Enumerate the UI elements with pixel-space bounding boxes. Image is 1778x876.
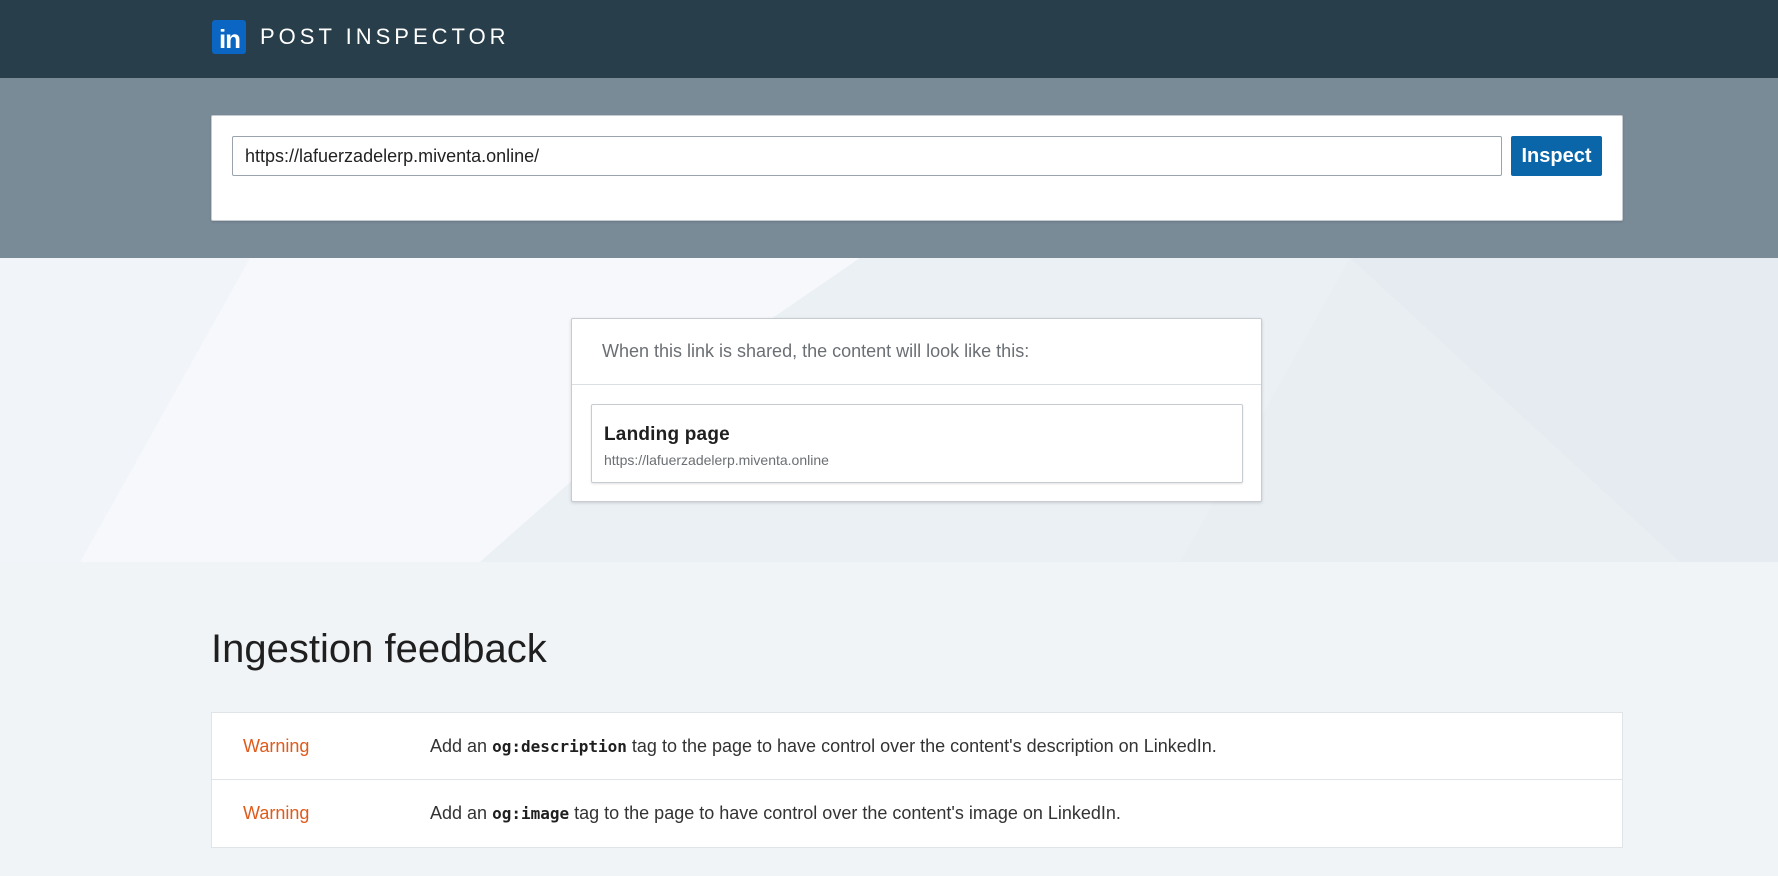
app-title: POST INSPECTOR <box>260 24 510 49</box>
warning-label: Warning <box>243 803 310 823</box>
feedback-message: Add an og:description tag to the page to… <box>430 736 1217 757</box>
feedback-row: Warning Add an og:description tag to the… <box>212 713 1622 780</box>
link-title: Landing page <box>604 424 730 445</box>
logo-text: in <box>218 24 241 54</box>
url-input[interactable] <box>232 136 1502 176</box>
feedback-table: Warning Add an og:description tag to the… <box>211 712 1623 848</box>
link-preview[interactable]: Landing page https://lafuerzadelerp.mive… <box>591 404 1243 483</box>
warning-label: Warning <box>243 735 310 756</box>
message-text: tag to the page to have control over the… <box>626 735 1217 756</box>
preview-intro: When this link is shared, the content wi… <box>572 319 1261 385</box>
message-text: tag to the page to have control over the… <box>569 803 1121 823</box>
linkedin-logo-icon: in <box>212 20 246 54</box>
feedback-message: Add an og:image tag to the page to have … <box>430 803 1121 824</box>
link-url: https://lafuerzadelerp.miventa.online <box>604 452 829 468</box>
search-card: Inspect <box>211 115 1623 221</box>
feedback-row: Warning Add an og:image tag to the page … <box>212 780 1622 847</box>
og-image-code: og:image <box>492 804 570 823</box>
top-bar: in POST INSPECTOR <box>0 0 1778 78</box>
og-description-code: og:description <box>492 736 627 756</box>
share-preview-card: When this link is shared, the content wi… <box>571 318 1262 502</box>
message-text: Add an <box>430 735 493 756</box>
feedback-heading: Ingestion feedback <box>211 627 547 671</box>
inspect-button[interactable]: Inspect <box>1511 136 1602 176</box>
message-text: Add an <box>430 803 493 823</box>
brand[interactable]: in POST INSPECTOR <box>212 20 510 54</box>
